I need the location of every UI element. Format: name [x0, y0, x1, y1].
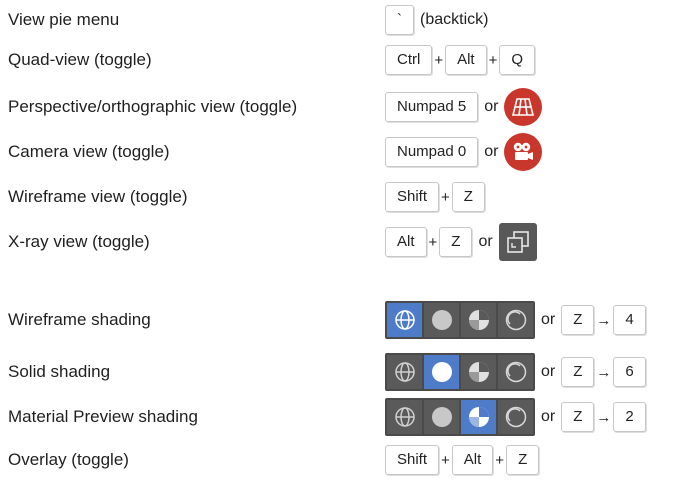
key-z: Z [451, 182, 485, 212]
or-text: or [484, 98, 499, 115]
key-ctrl: Ctrl [385, 45, 433, 75]
plus-symbol: + [428, 233, 438, 251]
material-preview-shading-button[interactable] [461, 400, 496, 434]
key-alt: Alt [451, 445, 494, 475]
plus-symbol: + [434, 51, 444, 69]
arrow-symbol: → [596, 311, 612, 329]
arrow-symbol: → [596, 408, 612, 426]
key-z: Z [439, 227, 473, 257]
row-label: Material Preview shading [8, 407, 198, 426]
row-quad-view: Quad-view (toggle) Ctrl + Alt + Q [0, 40, 687, 80]
or-text: or [541, 363, 556, 380]
row-label: Camera view (toggle) [8, 142, 170, 161]
row-label: Wireframe shading [8, 310, 151, 329]
camera-icon[interactable] [504, 133, 543, 171]
key-z: Z [561, 305, 595, 335]
row-label: View pie menu [8, 10, 120, 29]
row-xray-view: X-ray view (toggle) Alt + Z or [0, 222, 687, 262]
key-alt: Alt [385, 227, 427, 257]
key-alt: Alt [445, 45, 487, 75]
key-shift: Shift [385, 182, 440, 212]
key-backtick: ` [385, 5, 414, 35]
row-label: Solid shading [8, 362, 111, 381]
wireframe-shading-button[interactable] [387, 400, 422, 434]
row-view-pie-menu: View pie menu ` (backtick) [0, 0, 687, 40]
wireframe-shading-button[interactable] [387, 303, 422, 337]
row-wireframe-view: Wireframe view (toggle) Shift + Z [0, 177, 687, 217]
row-label: Overlay (toggle) [8, 450, 129, 469]
row-overlay: Overlay (toggle) Shift + Alt + Z [0, 440, 687, 480]
or-text: or [478, 233, 493, 250]
key-numpad5: Numpad 5 [385, 92, 479, 122]
key-numpad0: Numpad 0 [385, 137, 479, 167]
shading-toolbar [385, 353, 535, 391]
row-label: Quad-view (toggle) [8, 50, 152, 69]
shading-toolbar [385, 398, 535, 436]
plus-symbol: + [441, 188, 450, 206]
arrow-symbol: → [596, 363, 612, 381]
key-6: 6 [613, 357, 646, 387]
shading-toolbar [385, 301, 535, 339]
grid-perspective-icon[interactable] [504, 88, 543, 126]
backtick-note: (backtick) [420, 11, 489, 28]
row-wireframe-shading: Wireframe shading or Z → 4 [0, 300, 687, 340]
key-shift: Shift [385, 445, 440, 475]
row-material-preview-shading: Material Preview shading or Z → 2 [0, 397, 687, 437]
or-text: or [541, 408, 556, 425]
key-z: Z [506, 445, 540, 475]
or-text: or [541, 311, 556, 328]
xray-icon[interactable] [498, 223, 537, 261]
plus-symbol: + [441, 451, 450, 469]
solid-shading-button[interactable] [424, 303, 459, 337]
key-z: Z [561, 402, 595, 432]
material-preview-shading-button[interactable] [461, 355, 496, 389]
row-solid-shading: Solid shading or Z → 6 [0, 352, 687, 392]
row-label: Wireframe view (toggle) [8, 187, 188, 206]
solid-shading-button[interactable] [424, 400, 459, 434]
key-4: 4 [613, 305, 646, 335]
key-2: 2 [613, 402, 646, 432]
row-perspective-view: Perspective/orthographic view (toggle) N… [0, 87, 687, 127]
row-camera-view: Camera view (toggle) Numpad 0 or [0, 132, 687, 172]
row-label: X-ray view (toggle) [8, 232, 150, 251]
solid-shading-button[interactable] [424, 355, 459, 389]
plus-symbol: + [495, 451, 505, 469]
rendered-shading-button[interactable] [498, 355, 533, 389]
material-preview-shading-button[interactable] [461, 303, 496, 337]
rendered-shading-button[interactable] [498, 303, 533, 337]
rendered-shading-button[interactable] [498, 400, 533, 434]
key-z: Z [561, 357, 595, 387]
or-text: or [484, 143, 499, 160]
key-q: Q [499, 45, 536, 75]
row-label: Perspective/orthographic view (toggle) [8, 97, 298, 116]
wireframe-shading-button[interactable] [387, 355, 422, 389]
plus-symbol: + [488, 51, 498, 69]
